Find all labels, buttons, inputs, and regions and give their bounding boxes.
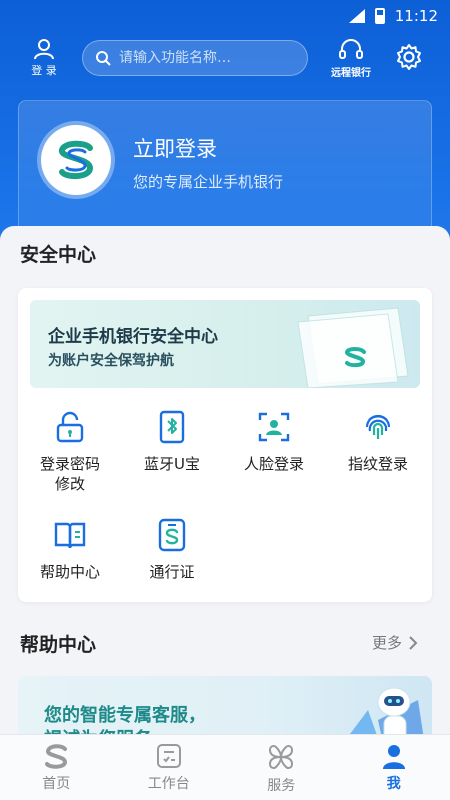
- home-logo-icon: [45, 744, 68, 769]
- status-time: 11:12: [394, 7, 438, 25]
- nav-me-label: 我: [386, 776, 401, 792]
- search-input[interactable]: [119, 50, 289, 66]
- remote-bank-button[interactable]: 远程银行: [326, 38, 376, 82]
- nav-services-label: 服务: [267, 778, 296, 794]
- fingerprint-icon: [365, 414, 391, 439]
- help-center-item[interactable]: 帮助中心: [20, 518, 120, 582]
- top-bar: 登 录 远程银行: [0, 36, 450, 82]
- face-login-label: 人脸登录: [243, 455, 304, 473]
- remote-bank-label: 远程银行: [331, 68, 371, 79]
- login-card[interactable]: 立即登录 您的专属企业手机银行: [18, 100, 432, 240]
- bluetooth-ukey-label: 蓝牙U宝: [144, 455, 200, 473]
- nav-workbench-label: 工作台: [147, 776, 190, 792]
- face-scan-icon: [258, 412, 290, 442]
- services-icon: [269, 745, 294, 769]
- login-title: 立即登录: [133, 137, 217, 161]
- pass-card-label: 通行证: [149, 563, 195, 581]
- login-password-change-item[interactable]: 登录密码 修改: [20, 410, 120, 494]
- workbench-icon: [156, 744, 181, 768]
- login-button[interactable]: 登 录: [26, 38, 62, 82]
- fingerprint-login-item[interactable]: 指纹登录: [328, 410, 428, 474]
- smart-service-line-1: 您的智能专属客服，: [44, 705, 206, 726]
- pass-card-icon: [158, 518, 186, 552]
- signal-icon: [348, 9, 365, 23]
- more-link[interactable]: 更多: [372, 632, 418, 653]
- bluetooth-key-icon: [159, 410, 185, 444]
- bluetooth-ukey-item[interactable]: 蓝牙U宝: [122, 410, 222, 474]
- help-center-title: 帮助中心: [20, 634, 97, 656]
- security-center-title: 安全中心: [20, 244, 97, 266]
- nav-home-label: 首页: [42, 776, 71, 792]
- face-login-item[interactable]: 人脸登录: [224, 410, 324, 474]
- security-banner-title: 企业手机银行安全中心: [48, 327, 218, 347]
- login-password-change-label: 登录密码 修改: [39, 455, 100, 493]
- nav-item-workbench[interactable]: 工作台: [113, 735, 226, 800]
- book-icon: [54, 522, 86, 549]
- user-icon: [34, 39, 54, 60]
- bank-logo-icon: [59, 140, 94, 180]
- nav-item-home[interactable]: 首页: [0, 735, 113, 800]
- help-center-item-label: 帮助中心: [39, 563, 100, 581]
- login-subtitle: 您的专属企业手机银行: [133, 173, 284, 191]
- more-link-label: 更多: [372, 634, 403, 652]
- settings-gear-icon[interactable]: [394, 42, 424, 72]
- nav-item-services[interactable]: 服务: [225, 735, 338, 800]
- bank-logo: [41, 125, 111, 195]
- security-banner-subtitle: 为账户安全保驾护航: [48, 353, 174, 369]
- nav-item-me[interactable]: 我: [338, 735, 450, 800]
- headset-icon: [339, 39, 363, 59]
- security-banner[interactable]: 企业手机银行安全中心 为账户安全保驾护航: [30, 300, 420, 388]
- battery-icon: [374, 8, 385, 24]
- pass-card-item[interactable]: 通行证: [122, 518, 222, 582]
- person-icon: [382, 745, 405, 769]
- shield-card-illustration-icon: [297, 307, 409, 388]
- search-icon: [96, 51, 111, 66]
- fingerprint-login-label: 指纹登录: [347, 455, 408, 473]
- status-bar: 11:12: [0, 0, 450, 32]
- chevron-right-icon: [409, 635, 418, 650]
- bottom-nav: 首页 工作台 服务 我: [0, 734, 450, 800]
- search-box[interactable]: [82, 40, 308, 76]
- unlock-icon: [56, 411, 84, 443]
- login-button-label: 登 录: [31, 64, 57, 77]
- security-center-card: 企业手机银行安全中心 为账户安全保驾护航 登录密码 修改 蓝牙U宝 人脸登录 指…: [18, 288, 432, 602]
